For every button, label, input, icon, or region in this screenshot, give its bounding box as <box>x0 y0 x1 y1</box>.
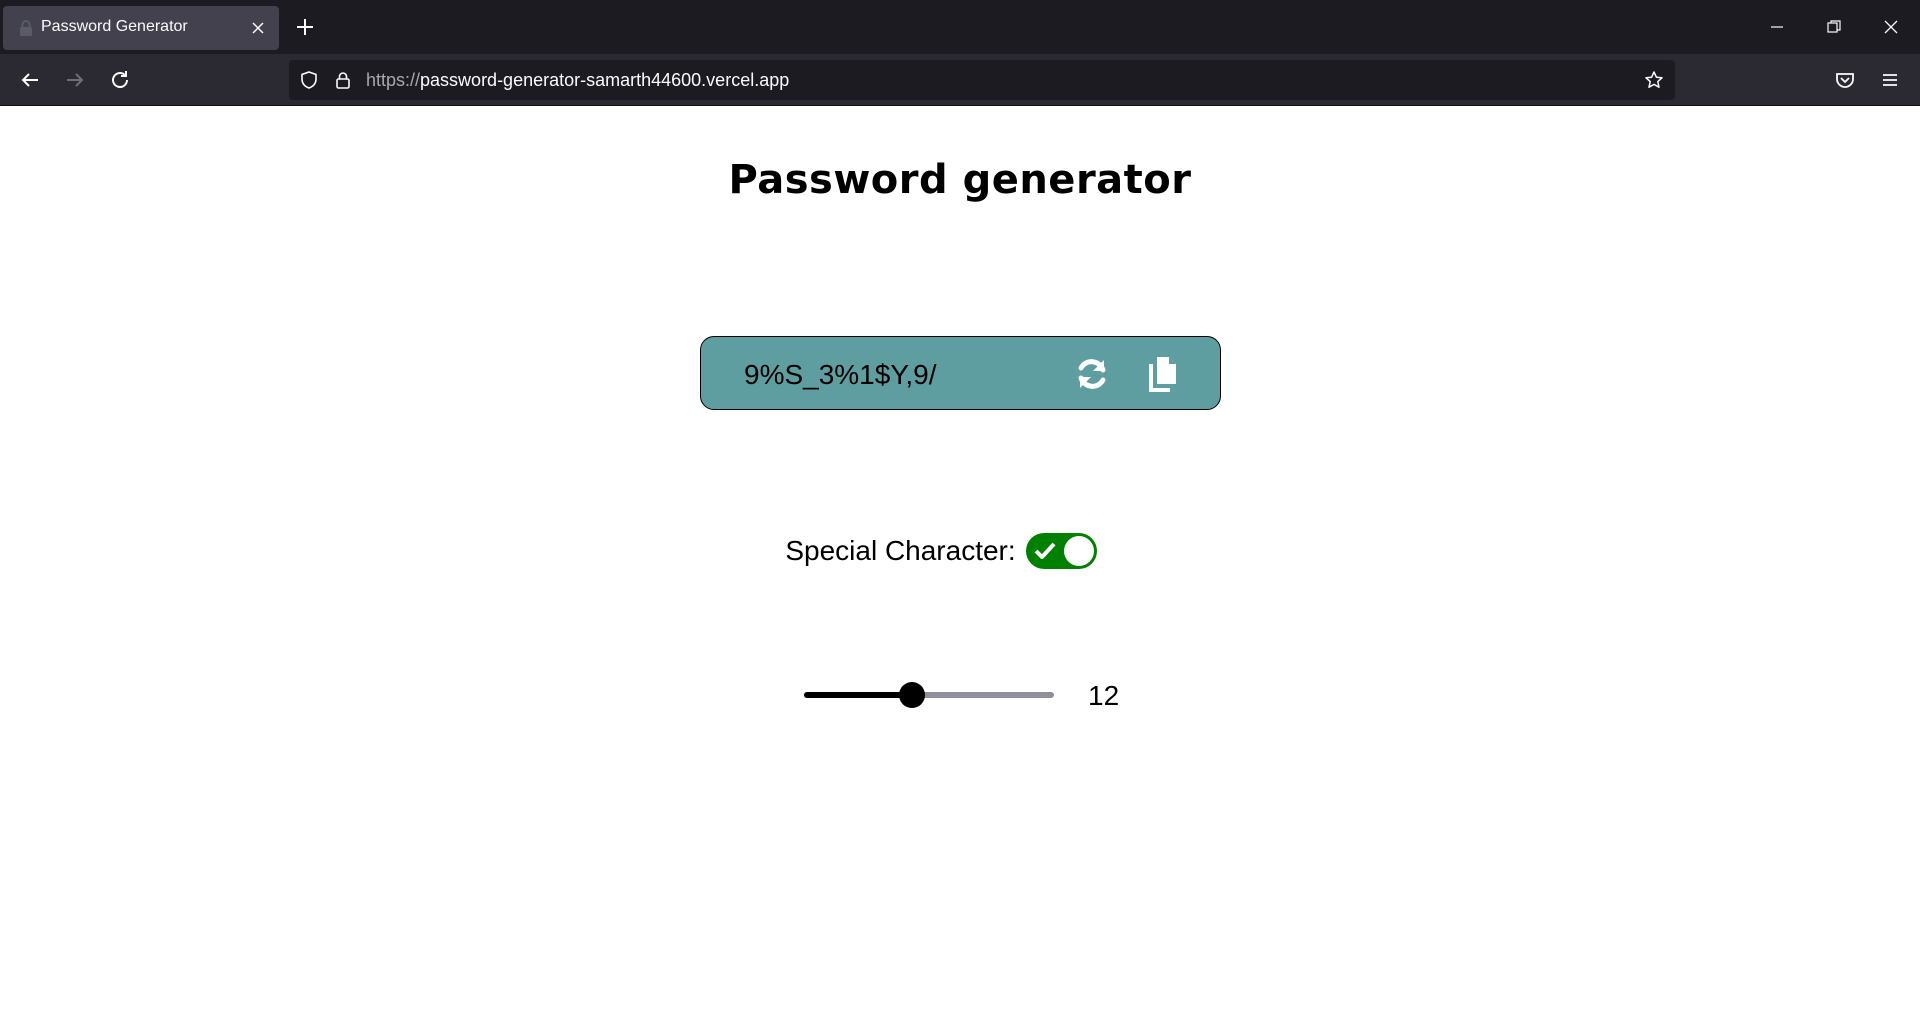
refresh-icon[interactable] <box>1073 355 1111 393</box>
url-text[interactable]: https://password-generator-samarth44600.… <box>366 70 789 91</box>
close-window-icon[interactable] <box>1880 16 1902 38</box>
tab-title: Password Generator <box>41 18 188 35</box>
slider-thumb[interactable] <box>898 682 925 708</box>
url-scheme: https:// <box>366 70 421 90</box>
length-value: 12 <box>1088 680 1120 711</box>
menu-icon[interactable] <box>1878 68 1902 92</box>
back-arrow-icon[interactable] <box>18 68 42 92</box>
check-icon <box>1034 542 1056 559</box>
close-tab-icon[interactable] <box>249 19 267 37</box>
browser-toolbar: https://password-generator-samarth44600.… <box>0 54 1920 106</box>
special-character-toggle[interactable] <box>1025 533 1097 569</box>
password-display: 9%S_3%1$Y,9/ <box>700 336 1221 410</box>
reload-icon[interactable] <box>108 68 132 92</box>
copy-icon[interactable] <box>1145 355 1183 393</box>
pocket-icon[interactable] <box>1833 68 1857 92</box>
browser-tab-bar: Password Generator <box>0 0 1920 54</box>
length-slider[interactable] <box>804 682 1054 708</box>
length-slider-row: 12 <box>0 670 1920 720</box>
page-title: Password generator <box>728 157 1192 203</box>
special-character-label: Special Character: <box>785 535 1016 566</box>
slider-fill <box>804 692 912 698</box>
browser-tab[interactable]: Password Generator <box>3 6 279 50</box>
toggle-knob <box>1063 536 1094 566</box>
special-character-row: Special Character: <box>0 533 1920 569</box>
restore-icon[interactable] <box>1823 16 1845 38</box>
forward-arrow-icon[interactable] <box>63 68 87 92</box>
url-host: password-generator-samarth44600.vercel.a… <box>420 70 790 90</box>
minimize-icon[interactable] <box>1766 16 1788 38</box>
address-bar[interactable]: https://password-generator-samarth44600.… <box>289 60 1675 100</box>
lock-icon[interactable] <box>333 70 353 90</box>
new-tab-icon[interactable] <box>294 16 316 38</box>
lock-favicon-icon <box>20 20 32 36</box>
shield-icon[interactable] <box>299 70 319 90</box>
bookmark-star-icon[interactable] <box>1644 70 1664 90</box>
generated-password: 9%S_3%1$Y,9/ <box>744 359 937 390</box>
